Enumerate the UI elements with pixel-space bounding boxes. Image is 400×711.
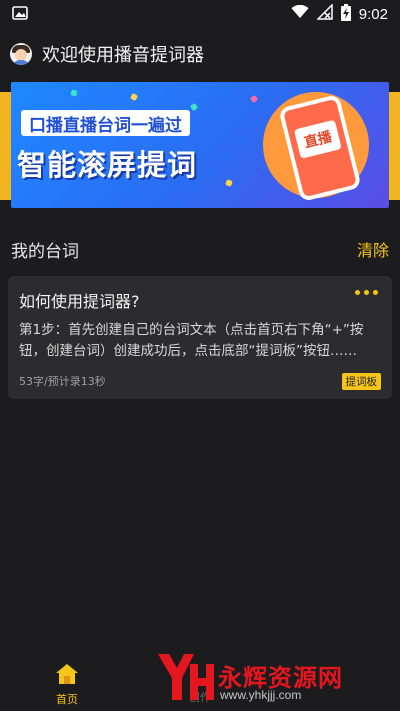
script-card[interactable]: 如何使用提词器? 第1步：首先创建自己的台词文本（点击首页右下角“+”按钮，创建… [8, 276, 392, 399]
signal-icon [315, 3, 333, 24]
nav-home-label: 首页 [56, 693, 78, 706]
page-title: 欢迎使用播音提词器 [42, 45, 204, 66]
app-header: 欢迎使用播音提词器 [0, 34, 400, 74]
script-meta: 53字/预计录13秒 [19, 375, 106, 388]
phone-screen-label: 直播 [293, 119, 342, 159]
home-icon [55, 663, 79, 689]
banner-headline: 智能滚屏提词 [17, 148, 198, 182]
my-scripts-header: 我的台词 清除 [0, 232, 400, 266]
promo-banner[interactable]: 直播 口播直播台词一遍过 智能滚屏提词 [11, 82, 389, 208]
nav-home[interactable]: 首页 [17, 659, 117, 711]
clear-button[interactable]: 清除 [357, 237, 389, 261]
watermark-url: www.yhkjjj.com [220, 688, 302, 702]
watermark: 永辉资源网 www.yhkjjj.com [150, 650, 390, 706]
section-title: 我的台词 [11, 241, 79, 262]
script-title: 如何使用提词器? [19, 292, 140, 311]
script-preview: 第1步：首先创建自己的台词文本（点击首页右下角“+”按钮，创建台词）创建成功后，… [19, 322, 364, 359]
watermark-logo-icon [154, 650, 216, 708]
avatar[interactable] [10, 43, 32, 65]
wifi-icon [291, 4, 309, 23]
more-options-icon[interactable] [355, 290, 378, 295]
gallery-notification-icon [12, 5, 28, 24]
banner-edge-left [0, 92, 11, 200]
status-bar: 9:02 [0, 0, 400, 28]
battery-charging-icon [340, 3, 351, 25]
banner-subtitle: 口播直播台词一遍过 [21, 110, 190, 136]
banner-edge-right [389, 92, 400, 200]
teleprompter-tag-button[interactable]: 提词板 [341, 373, 381, 390]
status-time: 9:02 [358, 5, 388, 23]
